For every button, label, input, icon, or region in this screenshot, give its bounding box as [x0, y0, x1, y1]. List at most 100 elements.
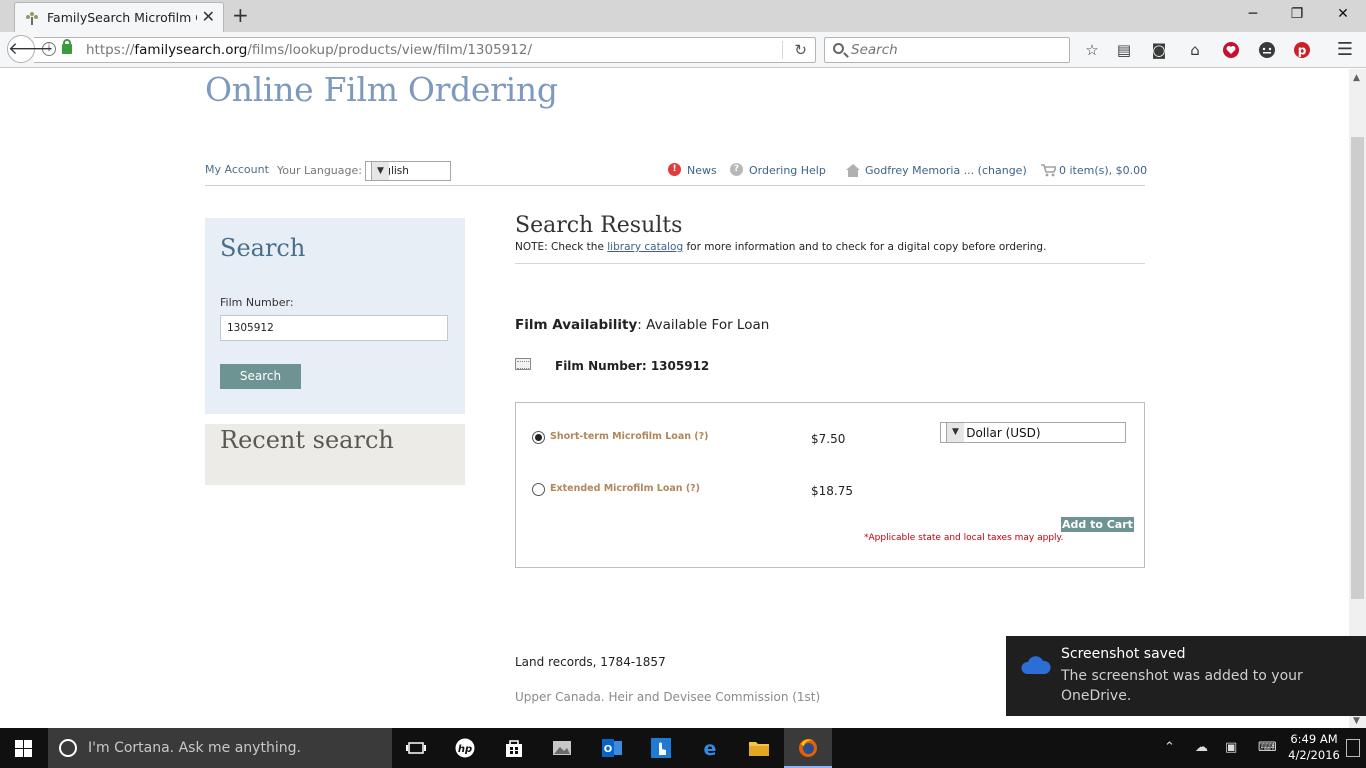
search-results-heading: Search Results [515, 213, 683, 238]
ordering-help-link[interactable]: Ordering Help [749, 164, 826, 177]
extended-loan-radio[interactable] [532, 483, 545, 496]
hp-app-button[interactable]: hp [441, 728, 489, 768]
pocket-icon[interactable]: ◙ [1149, 40, 1169, 60]
screenshot-toast[interactable]: Screenshot saved The screenshot was adde… [1006, 636, 1366, 716]
recent-search-heading: Recent search [220, 426, 394, 454]
scrollbar-thumb[interactable] [1351, 137, 1364, 599]
news-alert-icon: ! [668, 163, 681, 176]
navigation-toolbar: i https://familysearch.org/films/lookup/… [0, 32, 1366, 68]
svg-text:hp: hp [458, 744, 472, 755]
language-label: Your Language: [277, 164, 362, 177]
familysearch-tree-icon [26, 12, 38, 25]
firefox-button[interactable] [784, 728, 832, 768]
catalog-note: NOTE: Check the library catalog for more… [515, 241, 1047, 253]
lock-icon[interactable] [62, 39, 72, 54]
toast-title: Screenshot saved [1061, 646, 1186, 662]
start-button[interactable] [0, 728, 48, 768]
system-clock[interactable]: 6:49 AM 4/2/2016 [1286, 731, 1342, 763]
onedrive-tray-icon[interactable]: ☁ [1195, 740, 1208, 755]
page-title: Online Film Ordering [205, 70, 558, 109]
cart-icon [1041, 164, 1056, 177]
action-center-icon[interactable] [1346, 739, 1360, 757]
cortana-ring-icon [59, 739, 77, 757]
scroll-down-icon[interactable]: ▼ [1353, 716, 1360, 726]
scroll-up-icon[interactable]: ▲ [1353, 73, 1360, 83]
browser-tab[interactable]: FamilySearch Microfilm O... ✕ [14, 2, 224, 32]
maximize-icon[interactable]: ❐ [1287, 6, 1307, 22]
library-catalog-link[interactable]: library catalog [607, 241, 683, 253]
task-view-icon [406, 742, 426, 754]
divider [515, 263, 1145, 264]
film-number-heading: Film Number: 1305912 [555, 359, 710, 373]
chevron-down-icon[interactable]: ▼ [371, 162, 389, 180]
minimize-icon[interactable]: ─ [1243, 6, 1263, 22]
search-icon [833, 43, 844, 54]
extended-loan-label[interactable]: Extended Microfilm Loan (?) [550, 483, 700, 494]
close-window-icon[interactable]: ✕ [1333, 6, 1353, 22]
film-number-label: Film Number: [220, 296, 294, 309]
back-arrow-icon: 🡐 [8, 39, 54, 59]
svg-text:e: e [704, 738, 717, 758]
store-button[interactable] [490, 728, 538, 768]
short-term-loan-radio[interactable] [532, 431, 545, 444]
photos-app-button[interactable] [538, 728, 586, 768]
film-reel-icon [515, 358, 531, 370]
cortana-search-box[interactable]: I'm Cortana. Ask me anything. [48, 728, 392, 768]
browser-search-input[interactable] [851, 41, 1061, 59]
hp-logo-icon: hp [455, 738, 475, 758]
svg-text:O: O [604, 744, 613, 755]
outlook-button[interactable]: O [588, 728, 636, 768]
search-button[interactable]: Search [220, 364, 301, 389]
search-heading: Search [220, 234, 306, 262]
task-view-button[interactable] [392, 728, 440, 768]
toast-body: The screenshot was added to your OneDriv… [1061, 668, 1303, 704]
short-term-loan-label[interactable]: Short-term Microfilm Loan (?) [550, 431, 709, 442]
edge-browser-button[interactable]: e [686, 728, 734, 768]
my-account-link[interactable]: My Account [205, 163, 269, 176]
browser-search-bar[interactable] [824, 37, 1070, 63]
touch-app-button[interactable] [637, 728, 685, 768]
tab-title: FamilySearch Microfilm O... [47, 10, 197, 25]
menu-hamburger-icon[interactable]: ☰ [1335, 40, 1355, 60]
add-to-cart-button[interactable]: Add to Cart [1061, 517, 1134, 532]
back-button[interactable]: 🡐 [7, 35, 54, 63]
film-description: Land records, 1784-1857 [515, 655, 666, 669]
keyboard-icon[interactable]: ⌨ [1258, 740, 1277, 755]
short-term-loan-price: $7.50 [811, 432, 846, 446]
chevron-down-icon[interactable]: ▼ [946, 423, 964, 442]
recent-search-panel: Recent search [205, 424, 465, 485]
url-separator [782, 41, 783, 59]
url-text[interactable]: https://familysearch.org/films/lookup/pr… [86, 42, 532, 58]
page-scrollbar[interactable]: ▲ ▼ [1349, 69, 1366, 728]
reading-list-icon[interactable]: ▤ [1114, 40, 1134, 60]
close-tab-icon[interactable]: ✕ [202, 9, 215, 25]
new-tab-button[interactable]: + [232, 4, 249, 26]
folder-icon [749, 742, 769, 756]
film-number-input[interactable] [220, 315, 448, 341]
url-bar[interactable]: i https://familysearch.org/films/lookup/… [34, 37, 816, 63]
search-panel: Search Film Number: Search [205, 218, 465, 414]
tray-expand-icon[interactable]: ⌃ [1164, 740, 1175, 755]
lastpass-heart-icon[interactable] [1221, 40, 1241, 60]
currency-select[interactable]: US Dollar (USD) ▼ [940, 422, 1126, 443]
bookmark-star-icon[interactable]: ☆ [1082, 40, 1102, 60]
store-bag-icon [506, 740, 522, 757]
chat-face-icon[interactable] [1257, 40, 1277, 60]
clock-time: 6:49 AM [1290, 732, 1338, 746]
news-link[interactable]: News [687, 164, 717, 177]
library-change-link[interactable]: Godfrey Memoria ... (change) [865, 164, 1027, 177]
utility-bar: My Account Your Language: English ▼ ! Ne… [205, 160, 1147, 186]
file-explorer-button[interactable] [735, 728, 783, 768]
cart-link[interactable]: 0 item(s), $0.00 [1059, 164, 1147, 177]
language-select[interactable]: English ▼ [365, 161, 451, 181]
cortana-placeholder: I'm Cortana. Ask me anything. [88, 740, 301, 756]
reload-icon[interactable]: ↻ [794, 41, 807, 59]
firefox-icon [799, 739, 817, 757]
pinterest-icon[interactable]: p [1292, 40, 1312, 60]
help-icon: ? [730, 163, 743, 176]
touch-hand-icon [651, 738, 671, 758]
film-author[interactable]: Upper Canada. Heir and Devisee Commissio… [515, 690, 820, 704]
outlook-icon: O [602, 739, 622, 757]
network-icon[interactable]: ▣ [1225, 740, 1237, 755]
home-icon[interactable]: ⌂ [1185, 40, 1205, 60]
